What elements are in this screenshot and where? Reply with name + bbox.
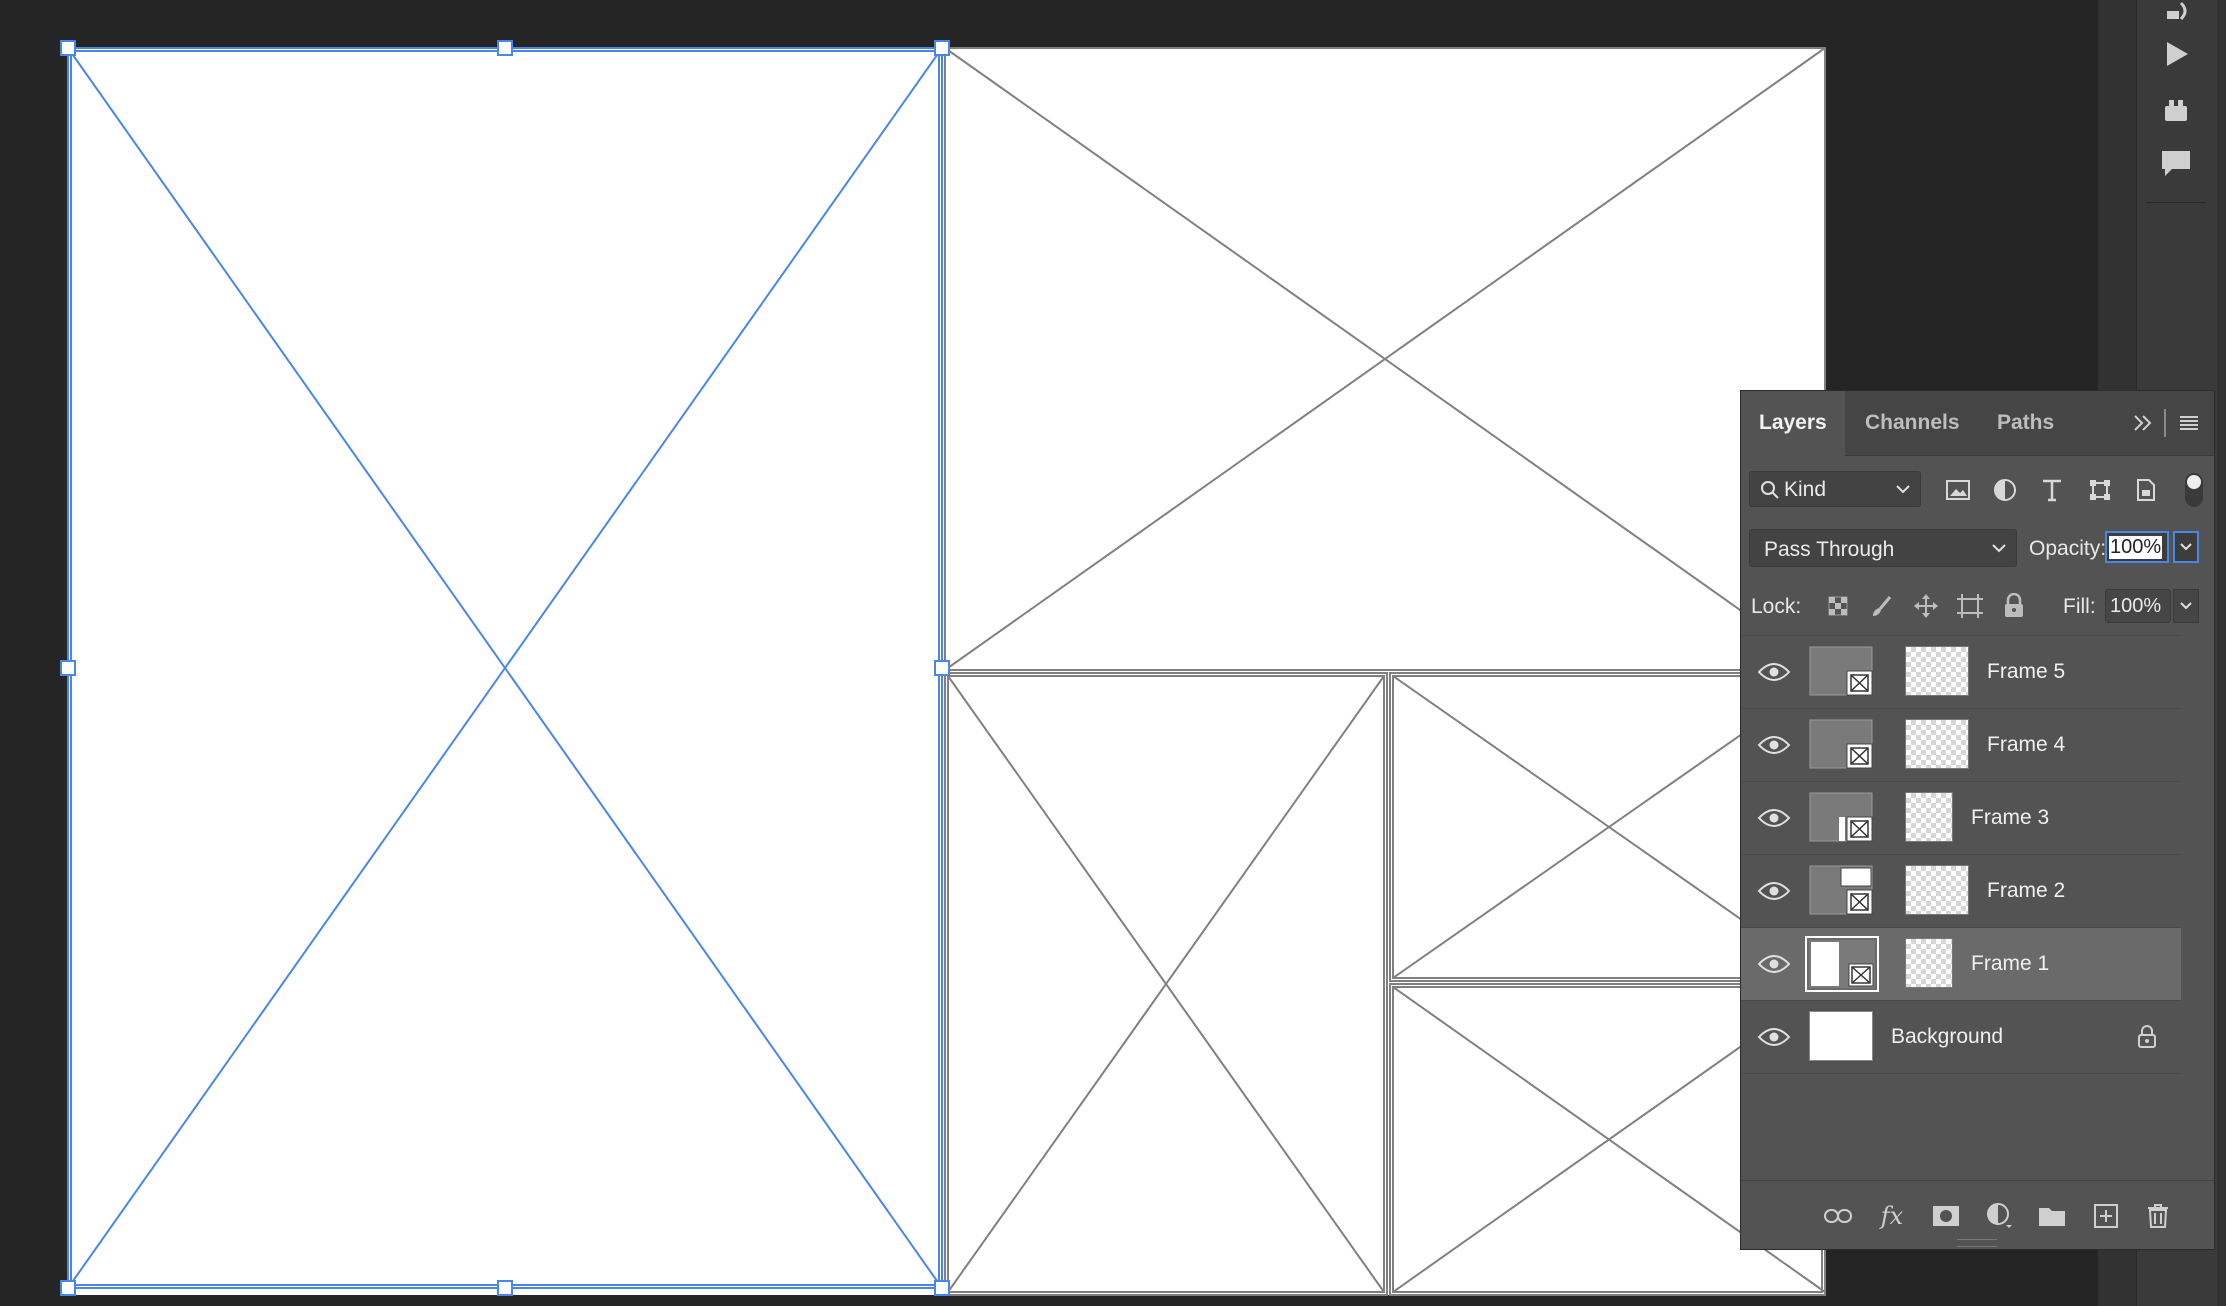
background-thumbnail (1809, 1011, 1873, 1061)
handle-top-left[interactable] (60, 40, 76, 56)
layer-name[interactable]: Frame 4 (1987, 733, 2065, 757)
filter-adjustment-icon[interactable] (1986, 471, 2024, 509)
layer-row-frame-3[interactable]: Frame 3 (1741, 782, 2181, 855)
layer-mask-thumbnail (1905, 938, 1953, 988)
handle-middle-left[interactable] (60, 660, 76, 676)
handle-bottom-right[interactable] (934, 1280, 950, 1296)
add-mask-icon[interactable] (1929, 1199, 1963, 1233)
fill-label: Fill: (2063, 595, 2096, 618)
eye-icon[interactable] (1757, 661, 1791, 683)
eye-icon[interactable] (1757, 880, 1791, 902)
play-icon[interactable] (2136, 28, 2216, 80)
filter-row: Kind (1741, 471, 2214, 509)
workspace[interactable]: Layers Channels Paths Kind Pass Through … (0, 0, 2226, 1306)
blend-mode-select[interactable]: Pass Through (1749, 529, 2017, 567)
lock-transparent-pixels-icon[interactable] (1819, 587, 1857, 625)
eye-icon[interactable] (1757, 1026, 1791, 1048)
lock-label: Lock: (1751, 595, 1802, 618)
layer-name[interactable]: Frame 2 (1987, 879, 2065, 903)
layer-name[interactable]: Frame 3 (1971, 806, 2049, 830)
adjustment-layer-icon[interactable] (1983, 1199, 2017, 1233)
chevron-down-icon (2180, 543, 2192, 551)
layer-row-frame-1[interactable]: Frame 1 (1741, 928, 2181, 1001)
layer-mask-thumbnail (1905, 646, 1969, 696)
panel-tabs: Layers Channels Paths (1741, 391, 2214, 456)
tab-separator (2164, 409, 2166, 437)
opacity-dropdown-button[interactable] (2173, 531, 2199, 563)
filter-kind-label: Kind (1784, 478, 1827, 501)
fill-value: 100% (2110, 595, 2162, 617)
layer-row-frame-2[interactable]: Frame 2 (1741, 855, 2181, 928)
lock-position-icon[interactable] (1907, 587, 1945, 625)
opacity-value: 100% (2109, 536, 2163, 559)
filter-type-icon[interactable] (2033, 471, 2071, 509)
filter-toggle[interactable] (2185, 473, 2203, 507)
layer-mask-thumbnail (1905, 719, 1969, 769)
layer-style-fx-icon[interactable]: fx (1875, 1199, 1909, 1233)
filter-pixel-icon[interactable] (1939, 471, 1977, 509)
handle-top-right[interactable] (934, 40, 950, 56)
layer-name[interactable]: Background (1891, 1025, 2003, 1049)
plugin-icon[interactable] (2136, 84, 2216, 136)
layer-name[interactable]: Frame 1 (1971, 952, 2049, 976)
panel-resize-grip[interactable] (1957, 1239, 1997, 1247)
layer-mask-thumbnail (1905, 865, 1969, 915)
handle-bottom-left[interactable] (60, 1280, 76, 1296)
layer-list: Frame 5 Frame 4 Frame 3 Frame 2 Frame 1 … (1741, 635, 2181, 1074)
lock-icon[interactable] (2137, 1025, 2157, 1049)
filter-smart-object-icon[interactable] (2127, 471, 2165, 509)
layer-row-frame-5[interactable]: Frame 5 (1741, 636, 2181, 709)
chevron-down-icon (1992, 544, 2006, 553)
new-layer-icon[interactable] (2089, 1199, 2123, 1233)
chevron-down-icon (1896, 485, 1910, 494)
handle-bottom-center[interactable] (497, 1280, 513, 1296)
eye-icon[interactable] (1757, 807, 1791, 829)
eye-icon[interactable] (1757, 953, 1791, 975)
frame-thumbnail-icon (1809, 719, 1873, 769)
tab-layers[interactable]: Layers (1741, 391, 1845, 456)
handle-top-center[interactable] (497, 40, 513, 56)
delete-layer-icon[interactable] (2141, 1199, 2175, 1233)
collapse-panel-icon[interactable] (2131, 411, 2155, 435)
opacity-input[interactable]: 100% (2105, 531, 2169, 563)
frame-thumbnail-icon (1809, 646, 1873, 696)
chevron-down-icon (2180, 602, 2192, 610)
frame-thumbnail-icon (1809, 865, 1873, 915)
lock-artboard-icon[interactable] (1951, 587, 1989, 625)
tab-paths[interactable]: Paths (1979, 391, 2072, 455)
filter-shape-icon[interactable] (2081, 471, 2119, 509)
layer-mask-thumbnail (1905, 792, 1953, 842)
filter-kind-select[interactable]: Kind (1749, 471, 1921, 507)
lock-image-pixels-icon[interactable] (1863, 587, 1901, 625)
layer-row-background[interactable]: Background (1741, 1001, 2181, 1074)
search-icon (1761, 481, 1779, 499)
fill-dropdown-button[interactable] (2173, 589, 2199, 623)
fill-input[interactable]: 100% (2105, 589, 2171, 623)
opacity-label: Opacity: (2029, 537, 2107, 560)
tool-separator (2146, 202, 2206, 203)
handle-middle-right[interactable] (934, 660, 950, 676)
tab-channels[interactable]: Channels (1847, 391, 1978, 455)
frame-thumbnail-icon (1809, 792, 1873, 842)
eye-icon[interactable] (1757, 734, 1791, 756)
comment-icon[interactable] (2136, 138, 2216, 190)
blend-row: Pass Through Opacity: 100% (1741, 529, 2214, 569)
frame-thumbnail-icon (1805, 936, 1879, 992)
layer-name[interactable]: Frame 5 (1987, 660, 2065, 684)
layer-row-frame-4[interactable]: Frame 4 (1741, 709, 2181, 782)
lock-all-icon[interactable] (1995, 587, 2033, 625)
layers-panel: Layers Channels Paths Kind Pass Through … (1740, 390, 2215, 1250)
link-layers-icon[interactable] (1821, 1199, 1855, 1233)
lock-row: Lock: Fill: 100% (1741, 587, 2214, 627)
new-group-folder-icon[interactable] (2035, 1199, 2069, 1233)
blend-mode-value: Pass Through (1764, 538, 1895, 561)
panel-menu-icon[interactable] (2177, 411, 2201, 435)
